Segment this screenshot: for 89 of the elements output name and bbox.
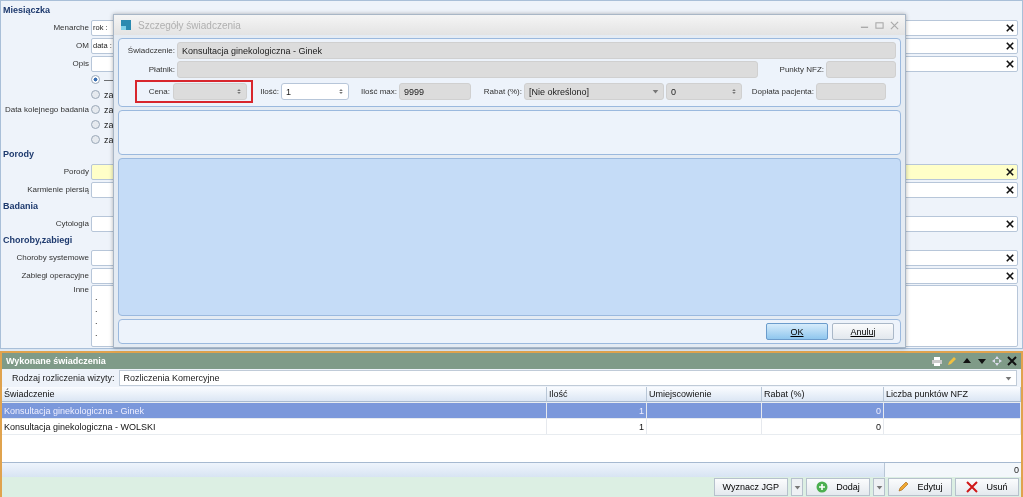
action-button[interactable]: Usuń [955, 478, 1019, 496]
dialog-title: Szczegóły świadczenia [138, 19, 242, 31]
clear-icon[interactable] [1006, 41, 1014, 50]
radio-button[interactable] [91, 90, 100, 99]
field-label: Choroby systemowe [15, 253, 89, 262]
radio-label[interactable]: za [104, 104, 114, 115]
caret-icon[interactable] [652, 88, 659, 95]
radio-button[interactable] [91, 120, 100, 129]
field-label: Punkty NFZ: [778, 65, 824, 74]
section-title: Porody [3, 148, 35, 161]
field-label: Zabiegi operacyjne [20, 271, 89, 280]
table-row[interactable]: Konsultacja ginekologiczna - WOLSKI 1 0 [2, 419, 1021, 435]
payer-field[interactable] [177, 61, 758, 78]
field-label: Cytologia [54, 219, 89, 228]
field-label: Porody [62, 167, 89, 176]
print-icon[interactable] [932, 356, 942, 366]
nfz-points-field[interactable] [826, 61, 896, 78]
radio-label[interactable]: za [104, 89, 114, 100]
radio-label[interactable]: za [104, 119, 114, 130]
field-label: Cena: [147, 87, 170, 96]
copay-field[interactable] [816, 83, 886, 100]
caret-icon[interactable] [1005, 374, 1012, 382]
dropdown-button[interactable] [873, 478, 885, 496]
radio-label[interactable]: za [104, 134, 114, 145]
action-button[interactable]: Dodaj [806, 478, 870, 496]
filter-label: Rodzaj rozliczenia wizyty: [12, 373, 115, 383]
pencil-icon [897, 481, 910, 493]
up-icon[interactable] [962, 356, 972, 366]
radio-button[interactable] [91, 75, 100, 84]
plus-icon [816, 481, 829, 493]
column-header[interactable]: Ilość [547, 387, 647, 402]
clear-icon[interactable] [1006, 253, 1014, 262]
close-icon[interactable] [1007, 356, 1017, 366]
dialog-button[interactable]: OK [766, 323, 828, 340]
discount-dropdown[interactable]: [Nie określono] [524, 83, 664, 100]
field-label: Rabat (%): [482, 87, 522, 96]
action-button[interactable]: Wyznacz JGP [713, 478, 788, 496]
dialog-button[interactable]: Anuluj [832, 323, 894, 340]
section-title: Miesiączka [3, 4, 52, 17]
caret-icon[interactable] [875, 483, 883, 491]
column-header[interactable]: Rabat (%) [762, 387, 884, 402]
column-header[interactable]: Liczba punktów NFZ [884, 387, 1021, 402]
field-label: Opis [71, 59, 89, 68]
field-label: Ilość max: [360, 87, 397, 96]
spinner-arrows-icon[interactable] [338, 87, 344, 96]
field-label: Inne [72, 285, 89, 294]
clear-icon[interactable] [1006, 167, 1014, 176]
caret-icon[interactable] [793, 483, 801, 491]
column-header[interactable]: Umiejscowienie [647, 387, 762, 402]
table-cell: 1 [639, 405, 644, 416]
delete-icon [966, 481, 979, 493]
radio-button[interactable] [91, 105, 100, 114]
field-label: Płatnik: [147, 65, 175, 74]
dropdown-button[interactable] [791, 478, 803, 496]
clear-icon[interactable] [1006, 219, 1014, 228]
radio-button[interactable] [91, 135, 100, 144]
action-button[interactable]: Edytuj [888, 478, 952, 496]
table-cell: 0 [876, 405, 881, 416]
column-header[interactable]: Świadczenie [2, 387, 547, 402]
move-icon[interactable] [992, 356, 1002, 366]
app-icon [120, 19, 132, 31]
table-cell: 1 [639, 421, 644, 432]
field-label: Karmienie piersią [26, 185, 89, 194]
discount-spinner[interactable]: 0 [666, 83, 742, 100]
spinner-arrows-icon[interactable] [236, 87, 242, 96]
field-label: Data kolejnego badania [3, 105, 89, 114]
radio-label[interactable]: — [104, 74, 113, 85]
clear-icon[interactable] [1006, 23, 1014, 32]
section-title: Choroby,zabiegi [3, 234, 74, 247]
panel-title: Wykonane świadczenia [6, 356, 107, 366]
spinner-arrows-icon[interactable] [731, 87, 737, 96]
max-quantity-field[interactable]: 9999 [399, 83, 471, 100]
clear-icon[interactable] [1006, 185, 1014, 194]
table-cell: Konsultacja ginekologiczna - Ginek [4, 405, 145, 416]
field-label: Ilość: [259, 87, 279, 96]
field-label: OM [75, 41, 89, 50]
total-cell: 0 [1014, 465, 1019, 475]
field-label: Dopłata pacjenta: [750, 87, 814, 96]
table-cell: Konsultacja ginekologiczna - WOLSKI [4, 421, 156, 432]
clear-icon[interactable] [1006, 271, 1014, 280]
clear-icon[interactable] [1006, 59, 1014, 68]
quantity-spinner[interactable]: 1 [281, 83, 349, 100]
service-field[interactable]: Konsultacja ginekologiczna - Ginek [177, 42, 896, 59]
field-label: Świadczenie: [126, 46, 175, 55]
down-icon[interactable] [977, 356, 987, 366]
field-label: Menarche [52, 23, 89, 32]
section-title: Badania [3, 200, 39, 213]
settlement-dropdown[interactable]: Rozliczenia Komercyjne [118, 370, 1017, 386]
table-cell: 0 [876, 421, 881, 432]
